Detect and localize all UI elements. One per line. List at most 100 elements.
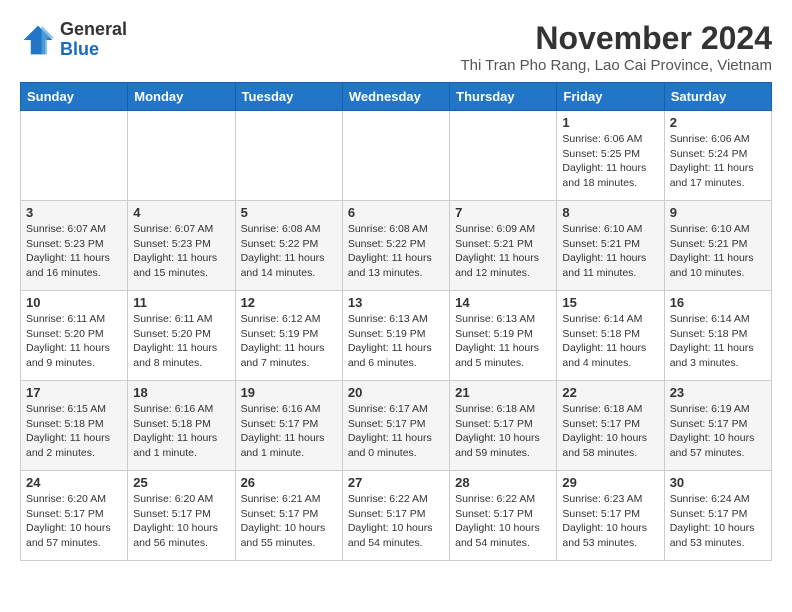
day-info: Sunrise: 6:08 AM Sunset: 5:22 PM Dayligh… — [241, 222, 337, 281]
header-thursday: Thursday — [450, 83, 557, 111]
day-info: Sunrise: 6:22 AM Sunset: 5:17 PM Dayligh… — [455, 492, 551, 551]
week-row-4: 17Sunrise: 6:15 AM Sunset: 5:18 PM Dayli… — [21, 381, 772, 471]
calendar-cell — [450, 111, 557, 201]
day-number: 16 — [670, 295, 766, 310]
day-info: Sunrise: 6:23 AM Sunset: 5:17 PM Dayligh… — [562, 492, 658, 551]
header-saturday: Saturday — [664, 83, 771, 111]
day-number: 17 — [26, 385, 122, 400]
header-friday: Friday — [557, 83, 664, 111]
day-number: 5 — [241, 205, 337, 220]
day-number: 29 — [562, 475, 658, 490]
day-info: Sunrise: 6:12 AM Sunset: 5:19 PM Dayligh… — [241, 312, 337, 371]
day-number: 6 — [348, 205, 444, 220]
calendar-cell: 2 Sunrise: 6:06 AM Sunset: 5:24 PM Daylig… — [664, 111, 771, 201]
calendar-cell: 7 Sunrise: 6:09 AM Sunset: 5:21 PM Daylig… — [450, 201, 557, 291]
calendar-cell: 18 Sunrise: 6:16 AM Sunset: 5:18 PM Dayli… — [128, 381, 235, 471]
day-number: 2 — [670, 115, 766, 130]
header: General Blue November 2024 Thi Tran Pho … — [20, 20, 772, 74]
day-info: Sunrise: 6:07 AM Sunset: 5:23 PM Dayligh… — [133, 222, 229, 281]
day-info: Sunrise: 6:13 AM Sunset: 5:19 PM Dayligh… — [455, 312, 551, 371]
day-info: Sunrise: 6:17 AM Sunset: 5:17 PM Dayligh… — [348, 402, 444, 461]
week-row-5: 24 Sunrise: 6:20 AM Sunset: 5:17 PM Dayli… — [21, 471, 772, 561]
day-number: 1 — [562, 115, 658, 130]
month-title: November 2024 — [460, 20, 772, 57]
day-info: Sunrise: 6:08 AM Sunset: 5:22 PM Dayligh… — [348, 222, 444, 281]
day-number: 15 — [562, 295, 658, 310]
page-container: General Blue November 2024 Thi Tran Pho … — [20, 20, 772, 561]
day-number: 28 — [455, 475, 551, 490]
day-info: Sunrise: 6:16 AM Sunset: 5:17 PM Dayligh… — [241, 402, 337, 461]
day-number: 30 — [670, 475, 766, 490]
calendar-cell: 5 Sunrise: 6:08 AM Sunset: 5:22 PM Daylig… — [235, 201, 342, 291]
calendar-cell: 12 Sunrise: 6:12 AM Sunset: 5:19 PM Dayli… — [235, 291, 342, 381]
day-info: Sunrise: 6:06 AM Sunset: 5:25 PM Dayligh… — [562, 132, 658, 191]
day-number: 11 — [133, 295, 229, 310]
header-sunday: Sunday — [21, 83, 128, 111]
day-info: Sunrise: 6:10 AM Sunset: 5:21 PM Dayligh… — [670, 222, 766, 281]
calendar-cell: 21 Sunrise: 6:18 AM Sunset: 5:17 PM Dayli… — [450, 381, 557, 471]
week-row-1: 1 Sunrise: 6:06 AM Sunset: 5:25 PM Daylig… — [21, 111, 772, 201]
day-number: 7 — [455, 205, 551, 220]
day-number: 14 — [455, 295, 551, 310]
day-info: Sunrise: 6:16 AM Sunset: 5:18 PM Dayligh… — [133, 402, 229, 461]
header-monday: Monday — [128, 83, 235, 111]
calendar-cell: 20Sunrise: 6:17 AM Sunset: 5:17 PM Dayli… — [342, 381, 449, 471]
day-number: 24 — [26, 475, 122, 490]
calendar-table: Sunday Monday Tuesday Wednesday Thursday… — [20, 82, 772, 561]
calendar-cell: 8 Sunrise: 6:10 AM Sunset: 5:21 PM Daylig… — [557, 201, 664, 291]
day-number: 8 — [562, 205, 658, 220]
day-number: 23 — [670, 385, 766, 400]
calendar-cell: 26Sunrise: 6:21 AM Sunset: 5:17 PM Dayli… — [235, 471, 342, 561]
day-number: 18 — [133, 385, 229, 400]
day-info: Sunrise: 6:22 AM Sunset: 5:17 PM Dayligh… — [348, 492, 444, 551]
day-info: Sunrise: 6:13 AM Sunset: 5:19 PM Dayligh… — [348, 312, 444, 371]
day-info: Sunrise: 6:09 AM Sunset: 5:21 PM Dayligh… — [455, 222, 551, 281]
day-info: Sunrise: 6:14 AM Sunset: 5:18 PM Dayligh… — [670, 312, 766, 371]
day-info: Sunrise: 6:21 AM Sunset: 5:17 PM Dayligh… — [241, 492, 337, 551]
calendar-cell — [21, 111, 128, 201]
day-info: Sunrise: 6:11 AM Sunset: 5:20 PM Dayligh… — [133, 312, 229, 371]
day-number: 12 — [241, 295, 337, 310]
day-number: 4 — [133, 205, 229, 220]
calendar-cell — [235, 111, 342, 201]
calendar-cell: 29 Sunrise: 6:23 AM Sunset: 5:17 PM Dayli… — [557, 471, 664, 561]
day-info: Sunrise: 6:20 AM Sunset: 5:17 PM Dayligh… — [26, 492, 122, 551]
calendar-cell — [128, 111, 235, 201]
calendar-cell: 23 Sunrise: 6:19 AM Sunset: 5:17 PM Dayli… — [664, 381, 771, 471]
calendar-cell: 27Sunrise: 6:22 AM Sunset: 5:17 PM Dayli… — [342, 471, 449, 561]
calendar-cell: 28 Sunrise: 6:22 AM Sunset: 5:17 PM Dayli… — [450, 471, 557, 561]
calendar-cell — [342, 111, 449, 201]
calendar-cell: 4 Sunrise: 6:07 AM Sunset: 5:23 PM Daylig… — [128, 201, 235, 291]
logo-blue: Blue — [60, 39, 99, 59]
day-info: Sunrise: 6:06 AM Sunset: 5:24 PM Dayligh… — [670, 132, 766, 191]
day-number: 9 — [670, 205, 766, 220]
day-number: 21 — [455, 385, 551, 400]
day-info: Sunrise: 6:07 AM Sunset: 5:23 PM Dayligh… — [26, 222, 122, 281]
calendar-cell: 14 Sunrise: 6:13 AM Sunset: 5:19 PM Dayli… — [450, 291, 557, 381]
calendar-cell: 6 Sunrise: 6:08 AM Sunset: 5:22 PM Daylig… — [342, 201, 449, 291]
day-number: 25 — [133, 475, 229, 490]
day-number: 3 — [26, 205, 122, 220]
week-row-2: 3 Sunrise: 6:07 AM Sunset: 5:23 PM Daylig… — [21, 201, 772, 291]
day-info: Sunrise: 6:18 AM Sunset: 5:17 PM Dayligh… — [455, 402, 551, 461]
calendar-cell: 1 Sunrise: 6:06 AM Sunset: 5:25 PM Daylig… — [557, 111, 664, 201]
day-info: Sunrise: 6:14 AM Sunset: 5:18 PM Dayligh… — [562, 312, 658, 371]
calendar-cell: 19 Sunrise: 6:16 AM Sunset: 5:17 PM Dayli… — [235, 381, 342, 471]
calendar-cell: 9 Sunrise: 6:10 AM Sunset: 5:21 PM Daylig… — [664, 201, 771, 291]
day-number: 10 — [26, 295, 122, 310]
day-number: 22 — [562, 385, 658, 400]
day-info: Sunrise: 6:11 AM Sunset: 5:20 PM Dayligh… — [26, 312, 122, 371]
day-info: Sunrise: 6:19 AM Sunset: 5:17 PM Dayligh… — [670, 402, 766, 461]
logo-text: General Blue — [60, 20, 127, 60]
calendar-cell: 17Sunrise: 6:15 AM Sunset: 5:18 PM Dayli… — [21, 381, 128, 471]
calendar-cell: 13 Sunrise: 6:13 AM Sunset: 5:19 PM Dayli… — [342, 291, 449, 381]
header-tuesday: Tuesday — [235, 83, 342, 111]
day-info: Sunrise: 6:10 AM Sunset: 5:21 PM Dayligh… — [562, 222, 658, 281]
calendar-cell: 10 Sunrise: 6:11 AM Sunset: 5:20 PM Dayli… — [21, 291, 128, 381]
day-number: 19 — [241, 385, 337, 400]
calendar-cell: 25Sunrise: 6:20 AM Sunset: 5:17 PM Dayli… — [128, 471, 235, 561]
header-wednesday: Wednesday — [342, 83, 449, 111]
day-number: 13 — [348, 295, 444, 310]
logo-general: General — [60, 19, 127, 39]
location-title: Thi Tran Pho Rang, Lao Cai Province, Vie… — [460, 57, 772, 74]
